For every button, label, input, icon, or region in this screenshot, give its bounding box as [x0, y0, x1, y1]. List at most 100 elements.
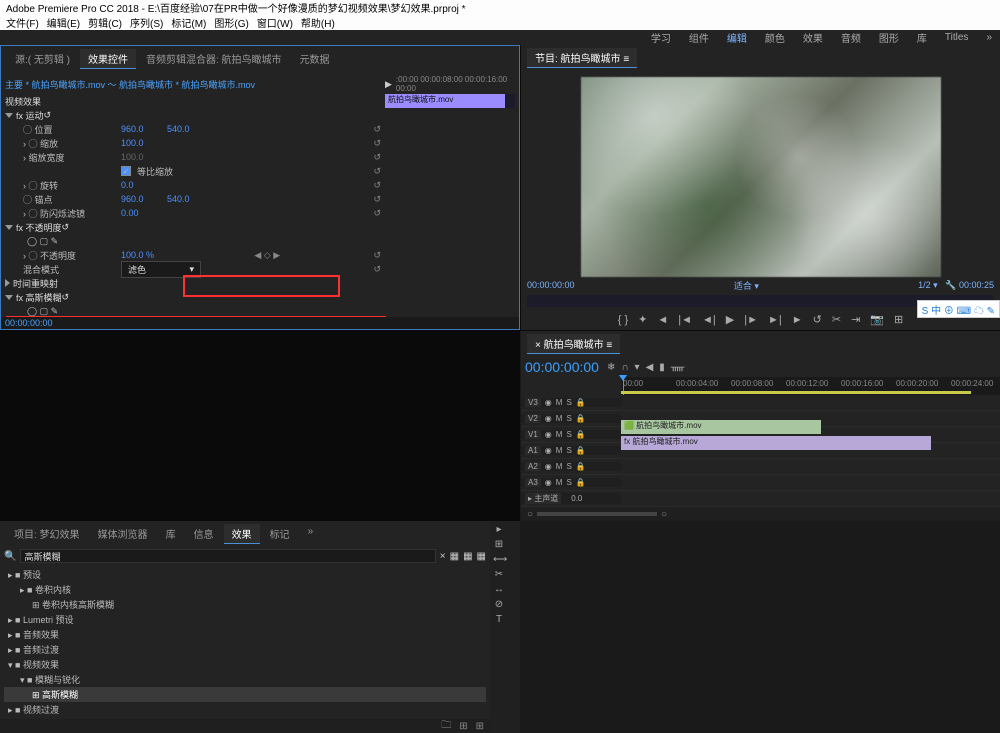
sequence-tabs[interactable]: × 航拍鸟瞰城市 ≡	[521, 331, 1000, 357]
anchor-x[interactable]: 960.0	[121, 194, 161, 204]
tree-item[interactable]: ▸ ■ 音频过渡	[4, 642, 486, 657]
track-toggle-icon[interactable]: M	[556, 478, 563, 487]
tree-item[interactable]: ⊞ 卷积内核高斯模糊	[4, 597, 486, 612]
tree-item[interactable]: ▸ ■ 视频过渡	[4, 702, 486, 717]
tree-item[interactable]: ▸ ■ Lumetri 预设	[4, 612, 486, 627]
track-select-tool-icon[interactable]: ⊞	[493, 539, 505, 551]
rotation-value[interactable]: 0.0	[121, 180, 161, 190]
wrench-icon[interactable]: ▮	[659, 362, 665, 373]
keyframe-nav[interactable]: ◀ ◇ ▶	[254, 250, 280, 261]
effects-search-input[interactable]	[20, 549, 435, 563]
timeline-track[interactable]: A3◉MS🔒	[521, 475, 1000, 491]
masks-row[interactable]: ◯ ▢ ✎	[5, 236, 115, 247]
menu-help[interactable]: 帮助(H)	[301, 15, 335, 30]
tab-markers[interactable]: 标记	[262, 524, 298, 544]
workspace-bar[interactable]: 学习 组件 编辑 颜色 效果 音频 图形 库 Titles »	[0, 30, 1000, 45]
track-header[interactable]: V3◉MS🔒	[521, 398, 621, 407]
track-toggle-icon[interactable]: ◉	[545, 430, 552, 439]
trash-icon[interactable]: ⊞	[476, 721, 484, 732]
playhead-icon[interactable]: ▶	[385, 79, 392, 90]
timeremap-group[interactable]: 时间重映射	[5, 276, 385, 290]
track-toggle-icon[interactable]: S	[566, 478, 571, 487]
reset-icon[interactable]: ↺	[373, 124, 385, 135]
zoom-slider[interactable]	[537, 512, 657, 516]
program-zoom-dropdown[interactable]: 1/2	[918, 280, 931, 290]
blend-mode-dropdown[interactable]: 滤色▾	[121, 261, 201, 278]
loop-icon[interactable]: ↺	[813, 313, 822, 326]
razor-tool-icon[interactable]: ✂	[493, 569, 505, 581]
tab-effects[interactable]: 效果	[224, 524, 260, 544]
work-area-bar[interactable]	[621, 391, 971, 394]
ws-learn[interactable]: 学习	[651, 30, 671, 45]
track-toggle-icon[interactable]: 🔒	[576, 462, 586, 471]
menu-edit[interactable]: 编辑(E)	[47, 15, 80, 30]
ime-toolbar[interactable]: S 中 ⊕ ⌨ ☁ ✎	[917, 300, 1000, 318]
reset-icon[interactable]: ↺	[373, 208, 385, 219]
menu-win[interactable]: 窗口(W)	[257, 15, 293, 30]
timeline-toolbar[interactable]: ▸ ⊞ ⟷ ✂ ↔ ⊘ T	[490, 521, 520, 733]
linked-sel-icon[interactable]: ∩	[621, 362, 628, 373]
masks-row[interactable]: ◯ ▢ ✎	[5, 306, 115, 317]
ws-assembly[interactable]: 组件	[689, 30, 709, 45]
track-toggle-icon[interactable]: ◉	[545, 398, 552, 407]
sequence-timecode[interactable]: 00:00:00:00	[525, 359, 599, 375]
tab-project[interactable]: 项目: 梦幻效果	[6, 524, 88, 544]
reset-icon[interactable]: ↺	[373, 250, 385, 261]
mark-in-out-icon[interactable]: { }	[618, 314, 628, 326]
track-header[interactable]: A2◉MS🔒	[521, 462, 621, 471]
go-in-icon[interactable]: ◄	[657, 314, 668, 326]
extract-icon[interactable]: ⇥	[851, 313, 860, 326]
mini-timeline[interactable]: 航拍鸟瞰城市.mov	[385, 94, 515, 108]
scale-value[interactable]: 100.0	[121, 138, 161, 148]
ws-effects[interactable]: 效果	[803, 30, 823, 45]
selection-tool-icon[interactable]: ▸	[493, 524, 505, 536]
program-fit-dropdown[interactable]: 适合 ▾	[734, 279, 759, 292]
filter-icon[interactable]: ▦	[463, 551, 472, 562]
settings-icon[interactable]: ᚅ	[671, 362, 685, 373]
track-toggle-icon[interactable]: ◉	[545, 478, 552, 487]
panel-timecode[interactable]: 00:00:00:00	[1, 317, 519, 329]
ws-audio[interactable]: 音频	[841, 30, 861, 45]
track-toggle-icon[interactable]: ◉	[545, 446, 552, 455]
anchor-y[interactable]: 540.0	[167, 194, 207, 204]
filter-icon[interactable]: ▦	[450, 551, 459, 562]
program-tab[interactable]: 节目: 航拍鸟瞰城市 ≡	[527, 48, 637, 68]
reset-icon[interactable]: ↺	[373, 194, 385, 205]
opacity-value[interactable]: 100.0 %	[121, 250, 161, 260]
ws-color[interactable]: 颜色	[765, 30, 785, 45]
uniform-scale-checkbox[interactable]: ✓	[121, 166, 131, 176]
pen-tool-icon[interactable]: ⊘	[493, 599, 505, 611]
track-toggle-icon[interactable]: 🔒	[576, 430, 586, 439]
tab-audio-mixer[interactable]: 音频剪辑混合器: 航拍鸟瞰城市	[138, 49, 290, 69]
play-icon[interactable]: ▶	[726, 313, 734, 326]
wrench-icon[interactable]: 🔧	[945, 280, 956, 290]
tab-info[interactable]: 信息	[186, 524, 222, 544]
type-tool-icon[interactable]: T	[493, 614, 505, 626]
clear-search-icon[interactable]: ×	[440, 551, 446, 562]
tab-metadata[interactable]: 元数据	[292, 49, 338, 69]
track-header[interactable]: V1◉MS🔒	[521, 430, 621, 439]
marker-icon[interactable]: ▾	[635, 362, 640, 373]
track-toggle-icon[interactable]: S	[566, 414, 571, 423]
export-frame-icon[interactable]: 📷	[870, 313, 884, 326]
snap-icon[interactable]: ❄	[607, 362, 615, 373]
tab-libraries[interactable]: 库	[158, 524, 184, 544]
track-toggle-icon[interactable]: M	[556, 430, 563, 439]
track-toggle-icon[interactable]: 🔒	[576, 446, 586, 455]
button-editor-icon[interactable]: ⊞	[894, 313, 903, 326]
next-icon[interactable]: |►	[744, 314, 758, 326]
menu-gfx[interactable]: 图形(G)	[214, 15, 248, 30]
tree-item[interactable]: ▸ ■ 预设	[4, 567, 486, 582]
effect-controls-tabs[interactable]: 源:( 无剪辑 ) 效果控件 音频剪辑混合器: 航拍鸟瞰城市 元数据	[1, 46, 519, 72]
reset-icon[interactable]: ↺	[373, 138, 385, 149]
sequence-tab[interactable]: × 航拍鸟瞰城市 ≡	[527, 334, 620, 354]
lift-icon[interactable]: ✂	[832, 313, 841, 326]
go-out-icon[interactable]: ►	[792, 314, 803, 326]
reset-icon[interactable]: ↺	[373, 152, 385, 163]
track-toggle-icon[interactable]: S	[566, 398, 571, 407]
zoom-out-icon[interactable]: ○	[527, 509, 533, 520]
timeline-track[interactable]: V2◉MS🔒🟩 航拍鸟瞰城市.mov	[521, 411, 1000, 427]
timeline-tracks[interactable]: V3◉MS🔒V2◉MS🔒🟩 航拍鸟瞰城市.movV1◉MS🔒fx 航拍鸟瞰城市.…	[521, 395, 1000, 507]
reset-icon[interactable]: ↺	[44, 110, 52, 121]
track-toggle-icon[interactable]: ◉	[545, 414, 552, 423]
